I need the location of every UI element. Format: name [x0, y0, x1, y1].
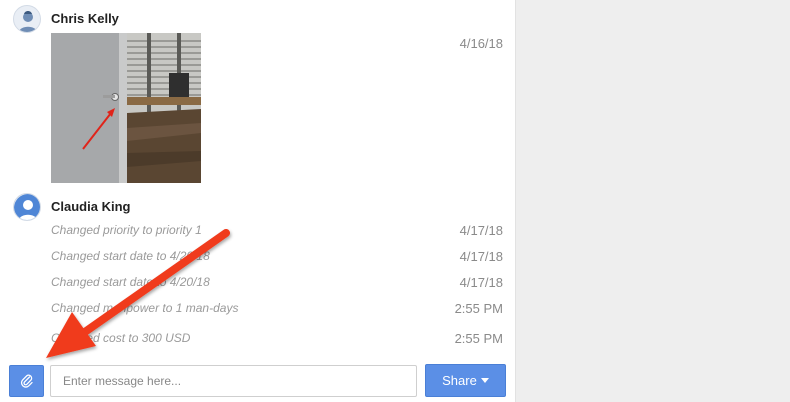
activity-text: Changed start date to 4/20/18 [51, 275, 210, 289]
caret-down-icon [480, 377, 489, 383]
avatar[interactable] [13, 193, 41, 221]
share-button[interactable]: Share [425, 364, 506, 397]
user-avatar-icon [14, 194, 40, 220]
avatar[interactable] [13, 5, 41, 33]
activity-time: 4/17/18 [459, 249, 503, 264]
activity-text: Changed manpower to 1 man-days [51, 301, 239, 315]
activity-time: 2:55 PM [454, 331, 503, 346]
activity-text: Changed priority to priority 1 [51, 223, 202, 237]
attached-photo[interactable] [51, 33, 201, 183]
activity-text: Changed cost to 300 USD [51, 331, 191, 345]
message-input[interactable] [50, 365, 417, 397]
message-author: Chris Kelly [51, 11, 119, 26]
activity-text: Changed start date to 4/20/18 [51, 249, 210, 263]
attach-button[interactable] [9, 365, 44, 397]
message-author: Claudia King [51, 199, 131, 214]
share-button-label: Share [442, 373, 477, 388]
activity-time: 4/17/18 [459, 275, 503, 290]
activity-time: 4/17/18 [459, 223, 503, 238]
activity-time: 2:55 PM [454, 301, 503, 316]
user-avatar-icon [19, 11, 37, 32]
chat-panel: Chris Kelly 4/16/18 Claudia King Changed… [0, 0, 516, 402]
message-date: 4/16/18 [459, 36, 503, 51]
side-panel [516, 0, 790, 402]
paperclip-icon [20, 374, 33, 388]
